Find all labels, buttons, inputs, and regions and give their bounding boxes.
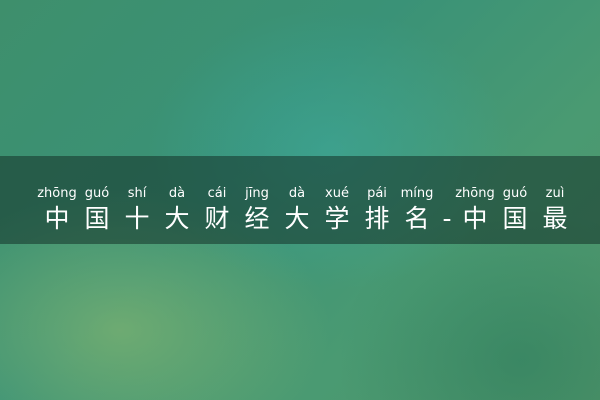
title-char-6: 经 — [244, 204, 270, 233]
title-char-10: 名 — [404, 204, 430, 233]
title-char-13: 最 — [542, 204, 568, 233]
title-char-9: 排 — [364, 204, 390, 233]
title-char-3: 十 — [124, 204, 150, 233]
title-char-1: 中 — [44, 204, 70, 233]
title-char-4: 大 — [164, 204, 190, 233]
title-char-7: 大 — [284, 204, 310, 233]
title-char-11: 中 — [462, 204, 488, 233]
title-char-5: 财 — [204, 204, 230, 233]
title-char-8: 学 — [324, 204, 350, 233]
title-dash: - — [442, 204, 452, 233]
title-heading: 中 国 十 大 财 经 大 学 排 名 - 中 国 最 — [0, 202, 600, 238]
title-char-2: 国 — [84, 204, 110, 233]
title-char-12: 国 — [502, 204, 528, 233]
